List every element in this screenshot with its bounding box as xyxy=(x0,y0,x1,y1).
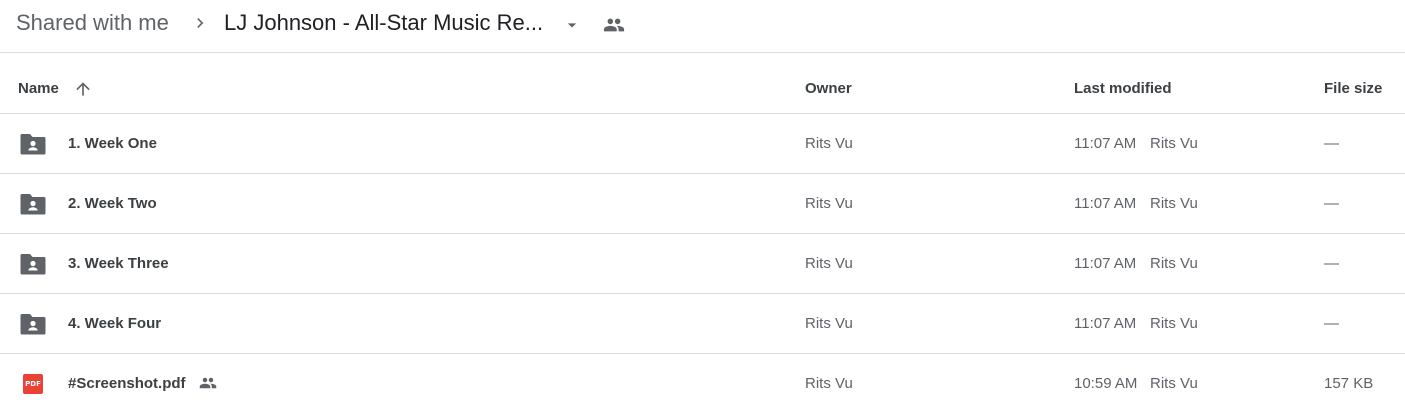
file-owner: Rits Vu xyxy=(805,195,853,212)
table-row[interactable]: PDF #Screenshot.pdf Rits Vu 10:59 AM Rit… xyxy=(0,354,1405,406)
chevron-right-icon xyxy=(197,18,204,28)
people-icon xyxy=(603,18,625,32)
file-name: 4. Week Four xyxy=(68,315,162,332)
column-header-last-modified[interactable]: Last modified xyxy=(1074,80,1172,98)
people-icon xyxy=(199,377,217,389)
modified-by: Rits Vu xyxy=(1150,255,1198,272)
file-owner: Rits Vu xyxy=(805,135,853,152)
modified-by: Rits Vu xyxy=(1150,135,1198,152)
table-row[interactable]: 3. Week Three Rits Vu 11:07 AM Rits Vu — xyxy=(0,234,1405,294)
table-row[interactable]: 4. Week Four Rits Vu 11:07 AM Rits Vu — xyxy=(0,294,1405,354)
modified-by: Rits Vu xyxy=(1150,195,1198,212)
breadcrumb-shared-with-me[interactable]: Shared with me xyxy=(16,9,169,37)
file-name: 3. Week Three xyxy=(68,255,169,272)
column-header-name[interactable]: Name xyxy=(18,80,59,98)
file-size: — xyxy=(1324,135,1339,152)
file-owner: Rits Vu xyxy=(805,315,853,332)
shared-folder-icon xyxy=(20,134,46,155)
file-owner: Rits Vu xyxy=(805,375,853,392)
file-name: 2. Week Two xyxy=(68,195,157,212)
table-header: Name Owner Last modified File size xyxy=(0,53,1405,114)
modified-by: Rits Vu xyxy=(1150,315,1198,332)
shared-folder-icon xyxy=(20,194,46,215)
modified-time: 11:07 AM xyxy=(1074,315,1137,332)
breadcrumb-current-folder[interactable]: LJ Johnson - All-Star Music Re... xyxy=(224,9,543,37)
arrow-drop-down-icon[interactable] xyxy=(562,15,582,35)
drive-file-list: Shared with me LJ Johnson - All-Star Mus… xyxy=(0,0,1405,406)
shared-folder-icon xyxy=(20,314,46,335)
file-size: — xyxy=(1324,195,1339,212)
modified-time: 11:07 AM xyxy=(1074,135,1137,152)
modified-time: 11:07 AM xyxy=(1074,255,1137,272)
modified-time: 11:07 AM xyxy=(1074,195,1137,212)
table-row[interactable]: 2. Week Two Rits Vu 11:07 AM Rits Vu — xyxy=(0,174,1405,234)
file-size: 157 KB xyxy=(1324,375,1374,392)
modified-time: 10:59 AM xyxy=(1074,375,1138,392)
shared-folder-icon xyxy=(20,254,46,275)
breadcrumb: Shared with me LJ Johnson - All-Star Mus… xyxy=(0,0,1405,53)
column-header-file-size[interactable]: File size xyxy=(1324,80,1382,98)
file-size: — xyxy=(1324,315,1339,332)
modified-by: Rits Vu xyxy=(1150,375,1198,392)
file-owner: Rits Vu xyxy=(805,255,853,272)
arrow-up-icon[interactable] xyxy=(73,79,93,99)
file-name: #Screenshot.pdf xyxy=(68,375,186,392)
table-row[interactable]: 1. Week One Rits Vu 11:07 AM Rits Vu — xyxy=(0,114,1405,174)
file-size: — xyxy=(1324,255,1339,272)
pdf-icon: PDF xyxy=(23,374,43,394)
file-name: 1. Week One xyxy=(68,135,157,152)
column-header-owner[interactable]: Owner xyxy=(805,80,852,98)
